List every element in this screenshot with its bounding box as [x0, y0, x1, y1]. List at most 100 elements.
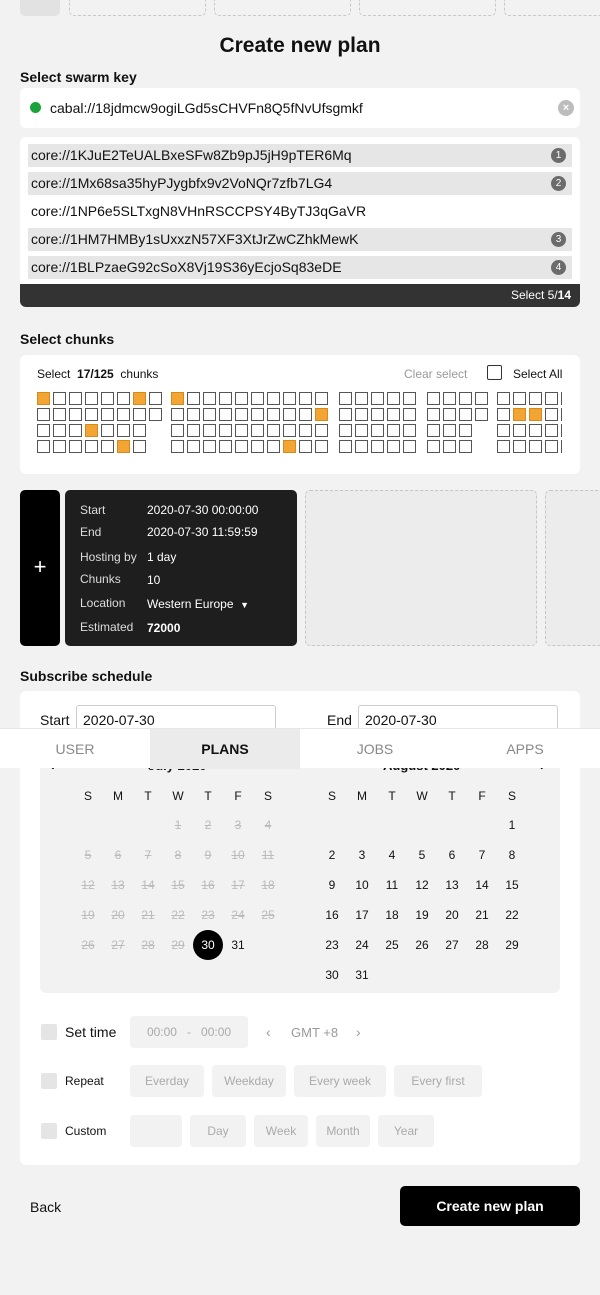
- chunk-cell[interactable]: [251, 392, 264, 405]
- calendar-day[interactable]: 18: [377, 900, 407, 930]
- chunk-cell[interactable]: [267, 440, 280, 453]
- chunk-cell[interactable]: [561, 440, 562, 453]
- chunk-cell[interactable]: [355, 440, 368, 453]
- chunk-cell[interactable]: [427, 392, 440, 405]
- chunk-cell[interactable]: [497, 392, 510, 405]
- custom-unit-option[interactable]: Month: [316, 1115, 370, 1147]
- chunk-cell[interactable]: [339, 440, 352, 453]
- calendar-day[interactable]: 21: [467, 900, 497, 930]
- chunk-cell[interactable]: [529, 392, 542, 405]
- plan-card[interactable]: Start 2020-07-30 00:00:00 End 2020-07-30…: [65, 490, 297, 646]
- chunk-cell[interactable]: [101, 424, 114, 437]
- chunk-cell[interactable]: [235, 408, 248, 421]
- repeat-option[interactable]: Everday: [130, 1065, 204, 1097]
- chunk-cell[interactable]: [53, 440, 66, 453]
- time-range-input[interactable]: 00:00 - 00:00: [130, 1016, 248, 1048]
- chunk-cell[interactable]: [545, 408, 558, 421]
- chunk-cell[interactable]: [299, 392, 312, 405]
- chunk-cell[interactable]: [403, 440, 416, 453]
- repeat-option[interactable]: Every week: [294, 1065, 386, 1097]
- chunk-cell[interactable]: [427, 424, 440, 437]
- calendar-day[interactable]: 5: [407, 840, 437, 870]
- chunk-cell[interactable]: [459, 424, 472, 437]
- chunk-cell[interactable]: [37, 424, 50, 437]
- calendar-day[interactable]: 26: [407, 930, 437, 960]
- custom-number-input[interactable]: [130, 1115, 182, 1147]
- calendar-day[interactable]: 28: [467, 930, 497, 960]
- chunk-cell[interactable]: [187, 424, 200, 437]
- chunk-cell[interactable]: [459, 440, 472, 453]
- chunk-cell[interactable]: [545, 424, 558, 437]
- chunk-cell[interactable]: [149, 392, 162, 405]
- chunk-cell[interactable]: [443, 440, 456, 453]
- chunk-cell[interactable]: [459, 392, 472, 405]
- chunk-cell[interactable]: [69, 392, 82, 405]
- chunk-cell[interactable]: [235, 424, 248, 437]
- chunk-cell[interactable]: [171, 440, 184, 453]
- chunk-cell[interactable]: [371, 424, 384, 437]
- calendar-day[interactable]: 13: [437, 870, 467, 900]
- chunk-cell[interactable]: [299, 424, 312, 437]
- clear-icon[interactable]: ×: [558, 100, 574, 116]
- chunk-cell[interactable]: [219, 408, 232, 421]
- calendar-day[interactable]: 16: [317, 900, 347, 930]
- chunk-cell[interactable]: [69, 408, 82, 421]
- chunk-cell[interactable]: [53, 408, 66, 421]
- chunk-cell[interactable]: [459, 408, 472, 421]
- tab-plans[interactable]: PLANS: [150, 729, 300, 769]
- chunk-cell[interactable]: [267, 392, 280, 405]
- chunk-cell[interactable]: [475, 408, 488, 421]
- chunk-cell[interactable]: [69, 424, 82, 437]
- chunk-cell[interactable]: [339, 424, 352, 437]
- tab-user[interactable]: USER: [0, 729, 150, 769]
- clear-select-link[interactable]: Clear select: [404, 367, 467, 381]
- repeat-checkbox[interactable]: [41, 1073, 57, 1089]
- chunk-cell[interactable]: [117, 440, 130, 453]
- empty-plan-slot[interactable]: [545, 490, 600, 646]
- calendar-day[interactable]: 29: [497, 930, 527, 960]
- chunk-cell[interactable]: [371, 408, 384, 421]
- chevron-right-icon[interactable]: ›: [356, 1024, 361, 1040]
- chunk-cell[interactable]: [529, 424, 542, 437]
- chunk-cell[interactable]: [513, 408, 526, 421]
- chunk-cell[interactable]: [53, 392, 66, 405]
- chunk-cell[interactable]: [171, 408, 184, 421]
- chunk-cell[interactable]: [443, 392, 456, 405]
- calendar-day[interactable]: 1: [497, 810, 527, 840]
- calendar-day[interactable]: 31: [223, 930, 253, 960]
- chunk-cell[interactable]: [101, 440, 114, 453]
- chunk-cell[interactable]: [315, 408, 328, 421]
- chevron-left-icon[interactable]: ‹: [266, 1024, 271, 1040]
- calendar-day[interactable]: 11: [377, 870, 407, 900]
- plan-location-select[interactable]: Western Europe ▼: [147, 597, 249, 611]
- chunk-cell[interactable]: [37, 392, 50, 405]
- empty-plan-slot[interactable]: [305, 490, 537, 646]
- custom-unit-option[interactable]: Year: [378, 1115, 434, 1147]
- chunk-cell[interactable]: [283, 440, 296, 453]
- chunk-cell[interactable]: [387, 392, 400, 405]
- chunk-cell[interactable]: [529, 408, 542, 421]
- chunk-cell[interactable]: [85, 408, 98, 421]
- chunk-cell[interactable]: [235, 440, 248, 453]
- chunk-cell[interactable]: [427, 440, 440, 453]
- chunk-cell[interactable]: [133, 424, 146, 437]
- custom-unit-option[interactable]: Day: [190, 1115, 246, 1147]
- calendar-day[interactable]: 19: [407, 900, 437, 930]
- calendar-day[interactable]: 3: [347, 840, 377, 870]
- chunk-cell[interactable]: [117, 424, 130, 437]
- chunk-cell[interactable]: [315, 392, 328, 405]
- repeat-option[interactable]: Every first: [394, 1065, 482, 1097]
- custom-checkbox[interactable]: [41, 1123, 57, 1139]
- chunk-cell[interactable]: [187, 392, 200, 405]
- chunk-cell[interactable]: [371, 440, 384, 453]
- calendar-day[interactable]: 15: [497, 870, 527, 900]
- chunk-cell[interactable]: [403, 408, 416, 421]
- chunk-cell[interactable]: [403, 392, 416, 405]
- top-card-stub[interactable]: [359, 0, 496, 16]
- chunk-cell[interactable]: [443, 424, 456, 437]
- core-key-row[interactable]: core://1Mx68sa35hyPJygbfx9v2VoNQr7zfb7LG…: [28, 172, 572, 195]
- calendar-day[interactable]: 25: [377, 930, 407, 960]
- chunk-cell[interactable]: [37, 408, 50, 421]
- calendar-day[interactable]: 24: [347, 930, 377, 960]
- chunk-cell[interactable]: [133, 408, 146, 421]
